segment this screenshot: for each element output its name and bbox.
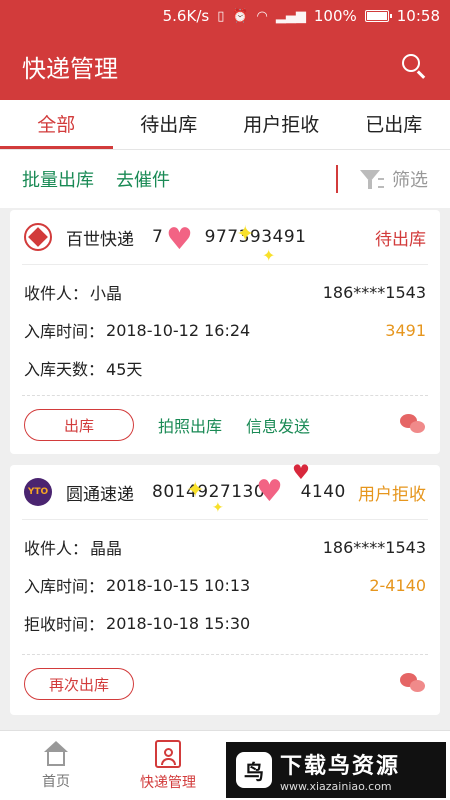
heart-sticker-icon: ♥ xyxy=(292,460,310,484)
bird-logo-icon: 鸟 xyxy=(236,752,272,788)
pickup-code: 2-4140 xyxy=(369,575,426,595)
recipient-phone: 186****1543 xyxy=(322,537,426,557)
filter-button[interactable]: 筛选 xyxy=(360,166,428,192)
nav-parcel-label: 快递管理 xyxy=(140,774,196,791)
stock-days: 45天 xyxy=(106,360,143,379)
recipient-name: 小晶 xyxy=(90,284,123,303)
carrier-name: 圆通速递 xyxy=(66,484,134,505)
tracking-number: 8014927130 4140 xyxy=(152,482,346,502)
sparkle-sticker-icon: ✦ xyxy=(212,500,224,516)
chat-icon[interactable] xyxy=(400,414,426,436)
card-header: 百世快递 7 977393491 待出库 xyxy=(10,210,440,264)
status-tabs: 全部 待出库 用户拒收 已出库 xyxy=(0,100,450,150)
pickup-code: 3491 xyxy=(385,320,426,340)
stock-out-button[interactable]: 出库 xyxy=(24,409,134,441)
app-bar: 快递管理 xyxy=(0,32,450,100)
sparkle-sticker-icon: ✦ xyxy=(236,222,255,247)
carrier-name: 百世快递 xyxy=(66,229,134,250)
urge-button[interactable]: 去催件 xyxy=(116,166,170,192)
restock-out-button[interactable]: 再次出库 xyxy=(24,668,134,700)
battery-percent: 100% xyxy=(313,7,357,25)
reject-time: 2018-10-18 15:30 xyxy=(106,613,251,633)
tab-all[interactable]: 全部 xyxy=(0,100,113,149)
recipient-label: 收件人： xyxy=(24,284,89,303)
toolbar-divider xyxy=(336,165,338,193)
network-speed: 5.6K/s xyxy=(162,7,210,25)
stock-in-time: 2018-10-12 16:24 xyxy=(106,320,251,340)
vibrate-icon: ▯ xyxy=(217,8,225,24)
status-bar: 5.6K/s ▯ ⏰ ◠ ▂▄▆ 100% 10:58 xyxy=(0,0,450,32)
search-icon[interactable] xyxy=(398,51,428,81)
stock-in-time-row: 入库时间： 2018-10-12 16:24 3491 xyxy=(10,311,440,349)
card-footer: 出库 拍照出库 信息发送 xyxy=(10,396,440,454)
page-title: 快递管理 xyxy=(22,54,118,83)
stock-days-row: 入库天数： 45天 xyxy=(10,349,440,387)
recipient-phone: 186****1543 xyxy=(322,282,426,302)
recipient-name: 晶晶 xyxy=(90,539,123,558)
nav-parcel-management[interactable]: 快递管理 xyxy=(112,731,224,800)
reject-time-row: 拒收时间： 2018-10-18 15:30 xyxy=(10,604,440,642)
card-divider xyxy=(22,519,428,520)
photo-out-button[interactable]: 拍照出库 xyxy=(158,413,222,437)
parcel-card[interactable]: 百世快递 7 977393491 待出库 收件人： 小晶 186****1543… xyxy=(10,210,440,454)
stock-in-time: 2018-10-15 10:13 xyxy=(106,575,251,595)
battery-icon xyxy=(364,10,392,22)
status-badge: 待出库 xyxy=(375,229,426,250)
heart-sticker-icon: ♥ xyxy=(166,222,193,257)
tab-rejected[interactable]: 用户拒收 xyxy=(225,100,338,149)
heart-sticker-icon: ♥ xyxy=(256,474,283,509)
watermark-title: 下载鸟资源 xyxy=(280,753,401,779)
clock: 10:58 xyxy=(396,7,440,25)
home-icon xyxy=(42,740,70,767)
filter-icon xyxy=(360,168,384,190)
card-divider xyxy=(22,264,428,265)
stock-in-time-label: 入库时间： xyxy=(24,322,105,341)
tab-pending-out[interactable]: 待出库 xyxy=(113,100,226,149)
stock-in-time-row: 入库时间： 2018-10-15 10:13 2-4140 xyxy=(10,566,440,604)
wifi-icon: ◠ xyxy=(256,8,268,24)
parcel-card[interactable]: YTO 圆通速递 8014927130 4140 用户拒收 收件人： 晶晶 18… xyxy=(10,465,440,715)
chat-icon[interactable] xyxy=(400,673,426,695)
watermark-banner: 鸟 下载鸟资源 www.xiazainiao.com xyxy=(226,742,446,798)
sparkle-sticker-icon: ✦ xyxy=(262,246,276,265)
filter-label: 筛选 xyxy=(392,170,428,191)
card-footer: 再次出库 xyxy=(10,655,440,713)
watermark-url: www.xiazainiao.com xyxy=(280,779,392,793)
best-express-logo xyxy=(24,223,52,251)
sparkle-sticker-icon: ✦ xyxy=(186,478,205,503)
yto-express-logo: YTO xyxy=(24,478,52,506)
action-toolbar: 批量出库 去催件 筛选 xyxy=(0,150,450,208)
card-header: YTO 圆通速递 8014927130 4140 用户拒收 xyxy=(10,465,440,519)
batch-out-button[interactable]: 批量出库 xyxy=(22,166,94,192)
reject-time-label: 拒收时间： xyxy=(24,615,105,634)
tab-shipped-out[interactable]: 已出库 xyxy=(338,100,450,149)
recipient-row: 收件人： 晶晶 186****1543 xyxy=(10,528,440,566)
alarm-icon: ⏰ xyxy=(232,8,249,24)
signal-icon: ▂▄▆ xyxy=(275,8,306,24)
send-message-button[interactable]: 信息发送 xyxy=(246,413,310,437)
stock-in-time-label: 入库时间： xyxy=(24,577,105,596)
nav-home[interactable]: 首页 xyxy=(0,731,112,800)
status-badge: 用户拒收 xyxy=(358,484,426,505)
stock-days-label: 入库天数： xyxy=(24,360,105,379)
recipient-row: 收件人： 小晶 186****1543 xyxy=(10,273,440,311)
recipient-label: 收件人： xyxy=(24,539,89,558)
parcel-manage-icon xyxy=(155,739,181,768)
nav-home-label: 首页 xyxy=(42,773,70,790)
